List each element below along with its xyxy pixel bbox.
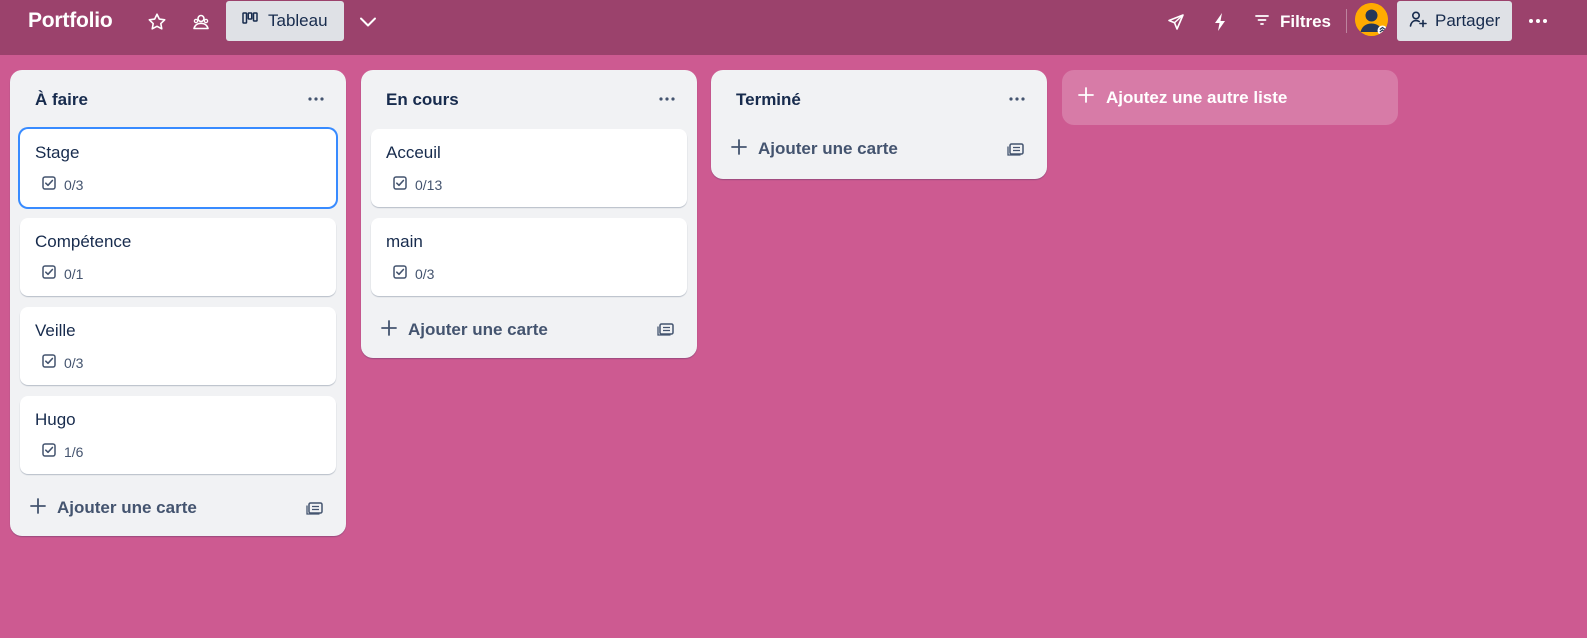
add-list-label: Ajoutez une autre liste	[1106, 87, 1288, 107]
checklist-count: 0/13	[415, 176, 443, 193]
checklist-icon	[42, 443, 56, 460]
add-list-button[interactable]: Ajoutez une autre liste	[1062, 70, 1398, 125]
filter-label: Filtres	[1280, 12, 1332, 31]
card-title: Compétence	[35, 232, 132, 251]
card[interactable]: main 0/3	[371, 218, 687, 296]
board-icon	[242, 11, 258, 31]
checklist-icon	[42, 176, 56, 193]
card[interactable]: Acceuil 0/13	[371, 129, 687, 207]
automation-icon[interactable]	[1208, 11, 1232, 33]
checklist-icon	[393, 176, 407, 193]
avatar[interactable]	[1355, 3, 1388, 36]
share-icon	[1409, 10, 1427, 33]
checklist-badge: 0/1	[42, 265, 83, 282]
list-title[interactable]: Terminé	[736, 90, 801, 110]
add-card-button[interactable]: Ajouter une carte	[731, 134, 898, 164]
card-template-icon[interactable]	[1007, 140, 1025, 158]
card[interactable]: Compétence 0/1	[20, 218, 336, 296]
list-a-faire: À faire Stage 0/3 Compétence 0/1 Veille …	[10, 70, 346, 536]
view-switcher-label: Tableau	[268, 11, 328, 30]
power-ups-icon[interactable]	[1164, 11, 1188, 33]
list-title[interactable]: À faire	[35, 90, 88, 110]
board-header: Portfolio Tableau Filtres Partager	[0, 0, 1587, 55]
card[interactable]: Hugo 1/6	[20, 396, 336, 474]
more-icon[interactable]	[1525, 10, 1551, 32]
filter-icon	[1254, 12, 1270, 32]
header-divider	[1346, 9, 1347, 33]
card-title: main	[386, 232, 423, 251]
card-title: Hugo	[35, 410, 76, 429]
share-label: Partager	[1435, 11, 1501, 30]
card[interactable]: Veille 0/3	[20, 307, 336, 385]
share-button[interactable]: Partager	[1397, 1, 1512, 41]
checklist-icon	[393, 265, 407, 282]
board-title[interactable]: Portfolio	[28, 9, 113, 33]
add-card-button[interactable]: Ajouter une carte	[30, 493, 197, 523]
add-card-label: Ajouter une carte	[758, 139, 898, 158]
checklist-icon	[42, 354, 56, 371]
card[interactable]: Stage 0/3	[20, 129, 336, 207]
plus-icon	[381, 319, 397, 341]
add-card-label: Ajouter une carte	[57, 498, 197, 517]
list-menu-icon[interactable]	[304, 88, 328, 110]
checklist-badge: 0/3	[393, 265, 434, 282]
plus-icon	[1078, 87, 1094, 108]
workspace-visibility-icon[interactable]	[190, 11, 212, 33]
list-termine: Terminé Ajouter une carte	[711, 70, 1047, 179]
list-menu-icon[interactable]	[655, 88, 679, 110]
filter-button[interactable]: Filtres	[1254, 8, 1331, 36]
view-switcher-button[interactable]: Tableau	[226, 1, 344, 41]
card-template-icon[interactable]	[306, 499, 324, 517]
plus-icon	[30, 497, 46, 519]
add-card-label: Ajouter une carte	[408, 320, 548, 339]
card-template-icon[interactable]	[657, 320, 675, 338]
checklist-badge: 0/3	[42, 176, 83, 193]
star-icon[interactable]	[146, 11, 168, 33]
checklist-count: 0/3	[64, 354, 84, 371]
checklist-icon	[42, 265, 56, 282]
list-title[interactable]: En cours	[386, 90, 459, 110]
checklist-count: 0/3	[415, 265, 435, 282]
checklist-count: 0/1	[64, 265, 84, 282]
card-title: Veille	[35, 321, 76, 340]
card-title: Stage	[35, 143, 80, 162]
list-menu-icon[interactable]	[1005, 88, 1029, 110]
checklist-badge: 0/3	[42, 354, 83, 371]
add-card-button[interactable]: Ajouter une carte	[381, 315, 548, 345]
checklist-count: 1/6	[64, 443, 84, 460]
checklist-count: 0/3	[64, 176, 84, 193]
card-title: Acceuil	[386, 143, 441, 162]
chevron-down-icon[interactable]	[356, 10, 380, 34]
checklist-badge: 1/6	[42, 443, 83, 460]
list-en-cours: En cours Acceuil 0/13 main 0/3 Ajouter u…	[361, 70, 697, 358]
plus-icon	[731, 138, 747, 160]
checklist-badge: 0/13	[393, 176, 442, 193]
